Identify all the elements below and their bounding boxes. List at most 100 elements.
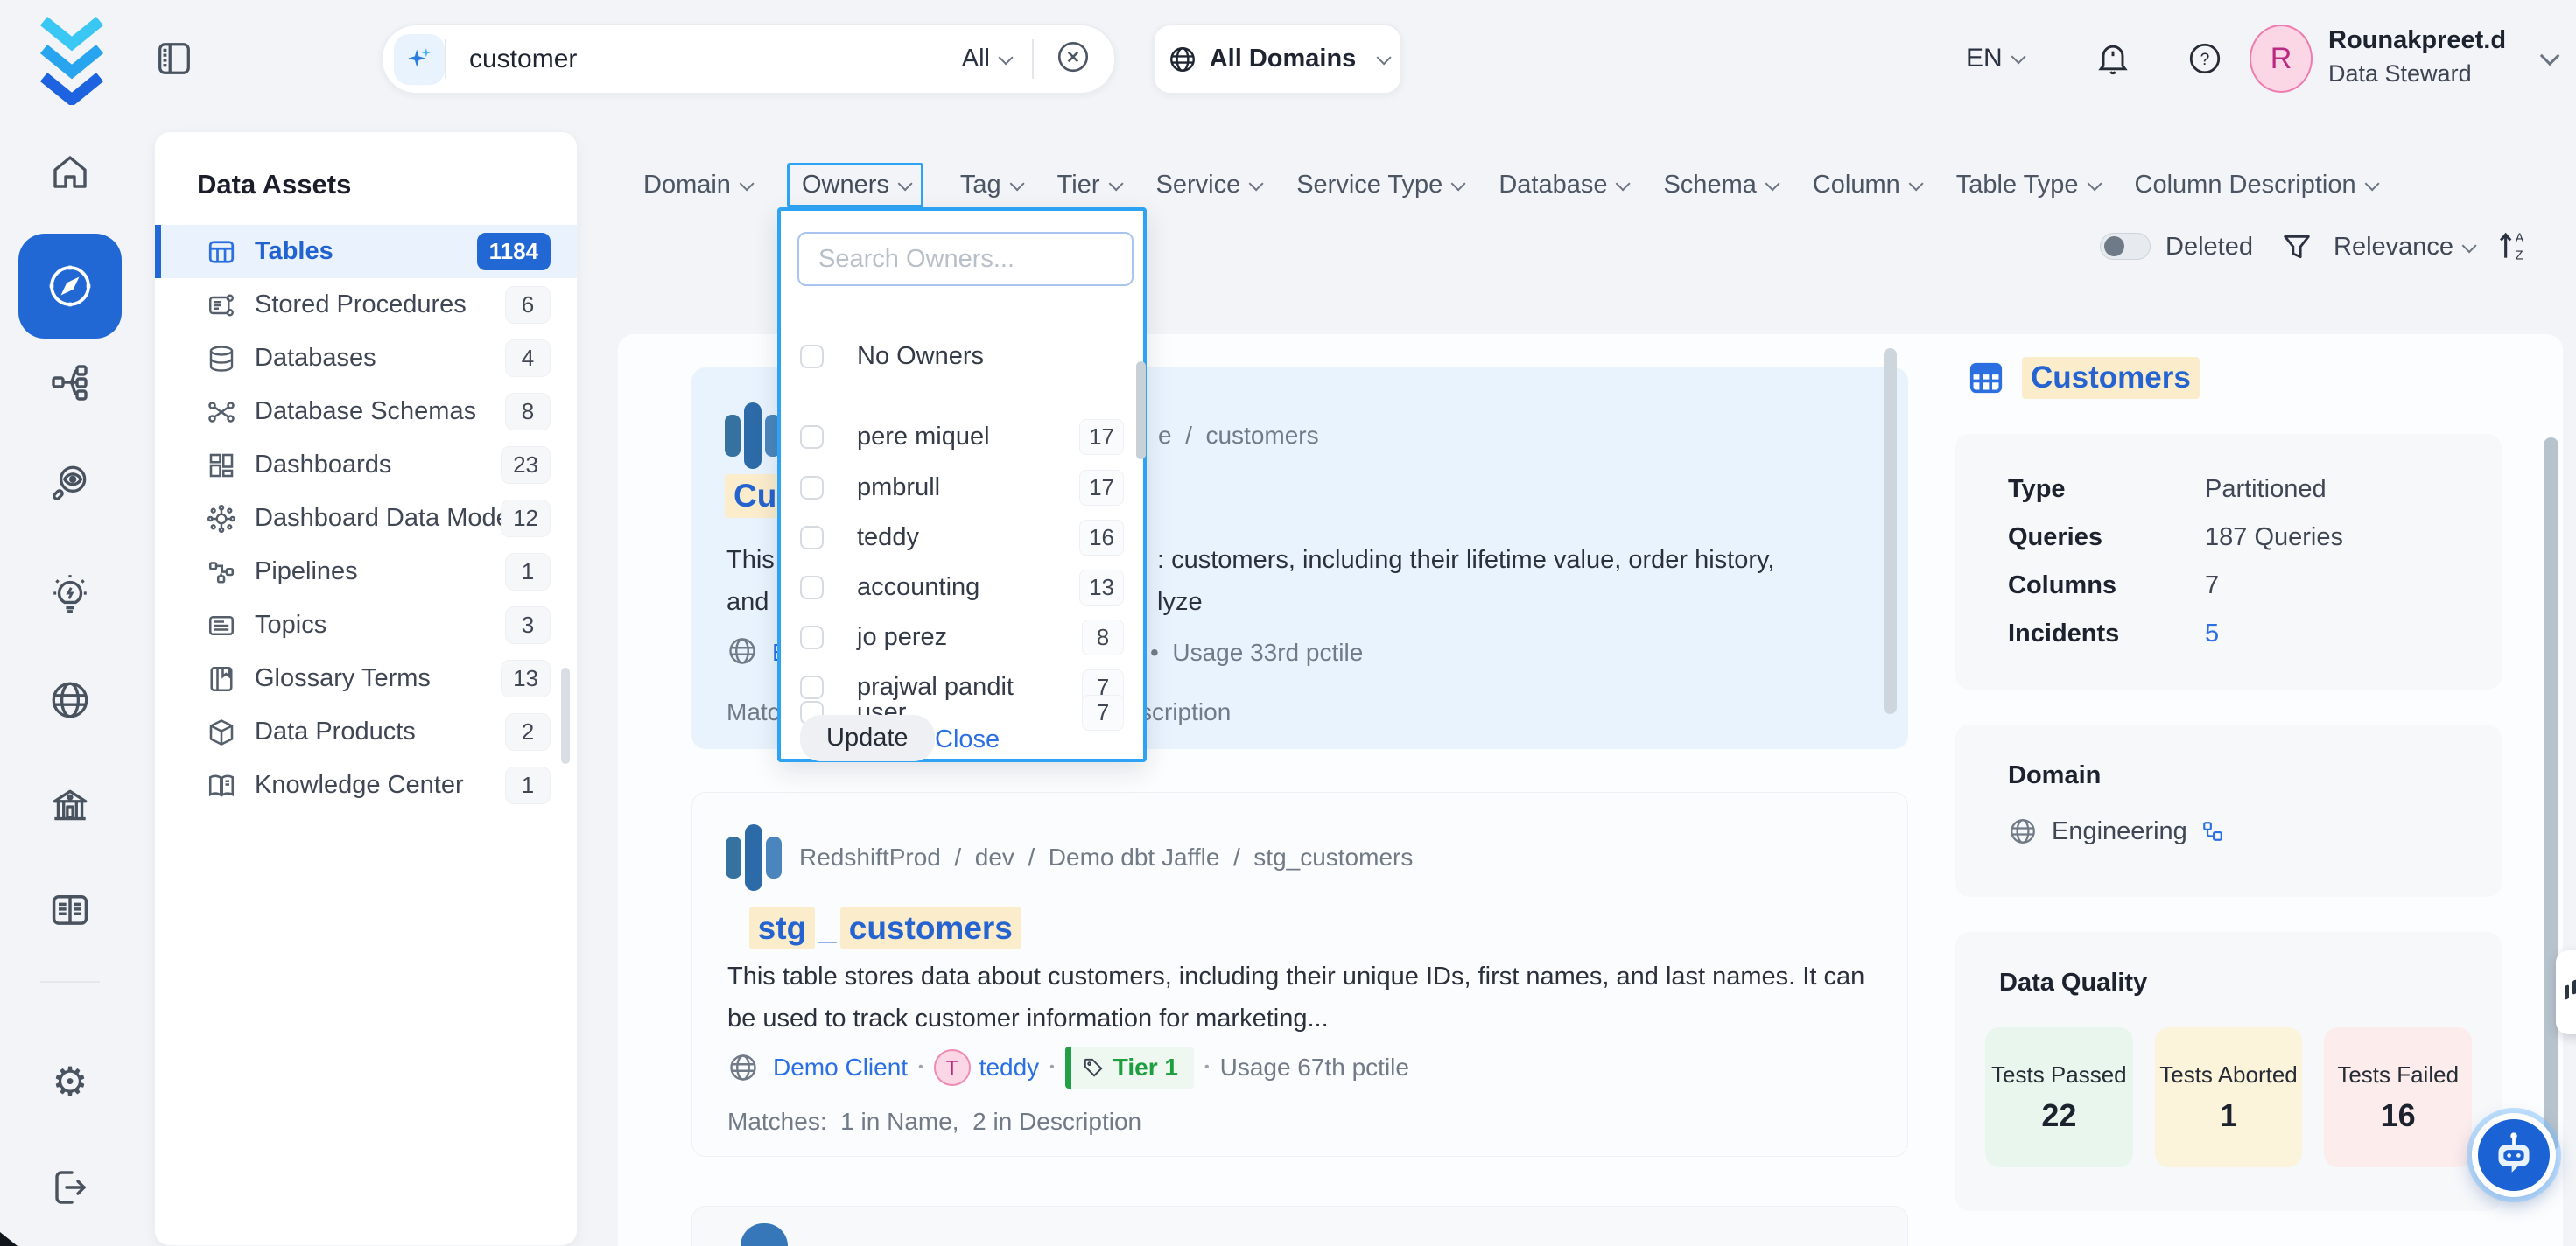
result-matches: Matches: 1 in Name, 2 in Description: [727, 1108, 1141, 1136]
owner-option[interactable]: jo perez 8: [781, 612, 1143, 662]
widget-edge-tab[interactable]: [2556, 950, 2576, 1034]
owner-option[interactable]: accounting 13: [781, 563, 1143, 612]
link-nodes-icon[interactable]: [2201, 820, 2224, 843]
sidebar-item-stored-procedures[interactable]: Stored Procedures 6: [155, 278, 577, 332]
checkbox-icon[interactable]: [800, 345, 824, 368]
count-badge: 12: [501, 500, 551, 537]
sidebar-item-dashboards[interactable]: Dashboards 23: [155, 438, 577, 492]
checkbox-icon[interactable]: [800, 626, 824, 649]
details-info-card: Type Partitioned Queries 187 Queries Col…: [1955, 434, 2502, 690]
svg-text:Z: Z: [2516, 249, 2523, 263]
filter-service[interactable]: Service: [1156, 171, 1260, 200]
count-badge: 3: [505, 606, 551, 644]
deleted-toggle-label: Deleted: [2165, 233, 2253, 262]
details-title-link[interactable]: Customers: [2022, 357, 2200, 399]
sidebar-item-pipelines[interactable]: Pipelines 1: [155, 545, 577, 598]
result-card-stg-customers[interactable]: RedshiftProd / dev / Demo dbt Jaffle / s…: [691, 792, 1908, 1157]
breadcrumb[interactable]: e / customers: [1158, 422, 1319, 450]
logout-icon[interactable]: [49, 1166, 91, 1213]
filter-table-type[interactable]: Table Type: [1956, 171, 2098, 200]
checkbox-icon[interactable]: [800, 526, 824, 550]
tier-badge[interactable]: Tier 1: [1065, 1046, 1194, 1088]
sidebar-toggle-icon[interactable]: [154, 38, 194, 79]
filter-column[interactable]: Column: [1813, 171, 1920, 200]
result-title-link[interactable]: stg_customers: [726, 894, 1021, 962]
nav-govern-icon[interactable]: [48, 785, 92, 833]
nav-explore-active[interactable]: [18, 234, 122, 339]
owner-option[interactable]: pmbrull 17: [781, 463, 1143, 513]
nav-home-icon[interactable]: [49, 151, 91, 198]
globe-icon: [727, 1052, 759, 1083]
page-scrollbar-thumb[interactable]: [2544, 438, 2558, 1151]
nav-glossary-icon[interactable]: [47, 888, 93, 938]
sidebar-item-glossary-terms[interactable]: Glossary Terms 13: [155, 652, 577, 705]
result-card-partial[interactable]: [691, 1206, 1908, 1246]
knowledge-center-icon: [206, 770, 241, 802]
sidebar-item-database-schemas[interactable]: Database Schemas 8: [155, 385, 577, 438]
search-scope-dropdown[interactable]: All: [962, 45, 1009, 74]
domain-card-title: Domain: [1955, 756, 2502, 790]
help-icon[interactable]: ?: [2186, 40, 2223, 81]
toggle-knob: [2104, 236, 2124, 256]
update-button[interactable]: Update: [800, 715, 935, 761]
sort-by-dropdown[interactable]: Relevance: [2334, 233, 2473, 262]
count-badge: 13: [501, 660, 551, 697]
user-role: Data Steward: [2328, 60, 2521, 88]
user-menu[interactable]: Rounakpreet.d Data Steward: [2328, 26, 2521, 88]
owner-option[interactable]: pere miquel 17: [781, 412, 1143, 462]
sidebar-item-tables[interactable]: Tables 1184: [155, 225, 577, 278]
filter-tag[interactable]: Tag: [960, 171, 1021, 200]
language-dropdown[interactable]: EN: [1966, 44, 2022, 74]
checkbox-icon[interactable]: [800, 576, 824, 599]
owner-option-no-owners[interactable]: No Owners: [781, 332, 1143, 382]
domains-filter-button[interactable]: All Domains: [1153, 24, 1402, 94]
notifications-bell-icon[interactable]: [2094, 38, 2132, 81]
owners-search-input[interactable]: [797, 232, 1134, 286]
filter-schema[interactable]: Schema: [1663, 171, 1775, 200]
filter-service-type[interactable]: Service Type: [1296, 171, 1462, 200]
user-avatar[interactable]: R: [2250, 24, 2313, 93]
breadcrumb[interactable]: RedshiftProd / dev / Demo dbt Jaffle / s…: [799, 844, 1413, 872]
data-assets-panel: Data Assets Tables 1184 Stored Procedure…: [154, 131, 578, 1246]
filter-owners-active[interactable]: Owners: [787, 163, 923, 207]
close-button[interactable]: Close: [935, 725, 1000, 754]
sidebar-item-knowledge-center[interactable]: Knowledge Center 1: [155, 759, 577, 812]
sidebar-item-topics[interactable]: Topics 3: [155, 598, 577, 652]
data-quality-title: Data Quality: [1955, 963, 2502, 998]
owners-filter-dropdown: No Owners pere miquel 17 pmbrull 17 tedd…: [777, 207, 1147, 762]
app-logo-icon[interactable]: [33, 14, 110, 109]
result-domain-link[interactable]: Demo Client: [773, 1054, 908, 1082]
filter-tier[interactable]: Tier: [1057, 171, 1120, 200]
nav-observability-icon[interactable]: [48, 462, 92, 510]
owner-option[interactable]: teddy 16: [781, 513, 1143, 563]
results-scrollbar-thumb[interactable]: [1884, 348, 1897, 714]
assistant-bot-button[interactable]: [2472, 1113, 2556, 1197]
checkbox-icon[interactable]: [800, 476, 824, 500]
incidents-link[interactable]: 5: [2205, 620, 2219, 648]
search-input[interactable]: [469, 45, 962, 74]
assets-scrollbar-thumb[interactable]: [561, 668, 570, 764]
dropdown-scrollbar-thumb[interactable]: [1136, 361, 1146, 459]
sidebar-item-dashboard-data-models[interactable]: Dashboard Data Models 12: [155, 492, 577, 545]
ai-search-icon[interactable]: [394, 34, 445, 85]
compass-icon: [46, 262, 95, 311]
domain-name[interactable]: Engineering: [2052, 817, 2187, 846]
deleted-toggle[interactable]: [2100, 233, 2151, 260]
checkbox-icon[interactable]: [800, 425, 824, 449]
nav-lineage-icon[interactable]: [49, 361, 91, 408]
sort-direction-icon[interactable]: A Z: [2493, 226, 2531, 269]
filter-column-description[interactable]: Column Description: [2135, 171, 2376, 200]
filter-domain[interactable]: Domain: [643, 171, 750, 200]
clear-search-icon[interactable]: [1055, 38, 1091, 80]
funnel-filter-icon[interactable]: [2279, 229, 2314, 269]
nav-insights-icon[interactable]: [48, 571, 92, 620]
chevron-down-icon[interactable]: [2540, 46, 2560, 66]
filter-database[interactable]: Database: [1499, 171, 1626, 200]
sidebar-item-data-products[interactable]: Data Products 2: [155, 705, 577, 759]
sidebar-item-databases[interactable]: Databases 4: [155, 332, 577, 385]
result-owner-link[interactable]: teddy: [979, 1054, 1040, 1082]
nav-domains-icon[interactable]: [48, 678, 92, 726]
chevron-down-icon: [2462, 238, 2477, 253]
stored-procedure-icon: [206, 290, 241, 321]
nav-settings-gear-icon[interactable]: ⚙: [52, 1061, 88, 1102]
